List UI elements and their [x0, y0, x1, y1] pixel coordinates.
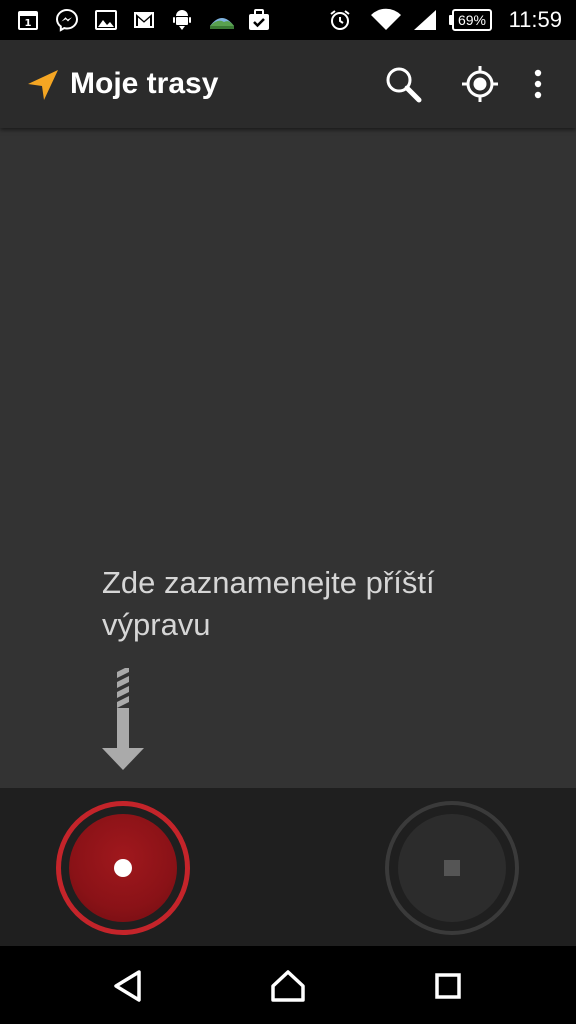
gmail-icon	[134, 12, 154, 28]
home-button[interactable]	[266, 964, 310, 1008]
recents-button[interactable]	[426, 964, 470, 1008]
gallery-icon	[95, 10, 117, 30]
empty-hint: Zde zaznamenejte příští výpravu	[102, 565, 435, 642]
app-bar: Moje trasy	[0, 40, 576, 128]
android-download-icon	[173, 10, 191, 30]
overflow-menu-button[interactable]	[516, 62, 560, 106]
signal-icon	[414, 10, 436, 30]
task-icon	[249, 9, 269, 30]
system-navigation-bar	[0, 946, 576, 1024]
stop-button[interactable]	[385, 801, 519, 935]
battery-level: 69%	[457, 12, 487, 28]
stop-icon	[444, 860, 460, 876]
wifi-icon	[371, 8, 401, 31]
search-icon	[386, 67, 422, 103]
clock: 11:59	[508, 7, 562, 32]
record-button[interactable]	[56, 801, 190, 935]
status-bar: 1 69% 11:59	[0, 0, 576, 40]
home-icon	[271, 970, 305, 1002]
record-icon	[114, 859, 132, 877]
back-button[interactable]	[106, 964, 150, 1008]
landscape-app-icon	[210, 18, 234, 29]
back-icon	[114, 970, 141, 1002]
calendar-icon: 1	[18, 11, 38, 30]
search-button[interactable]	[381, 62, 425, 106]
page-title: Moje trasy	[70, 67, 219, 100]
hint-arrow-icon	[102, 668, 144, 770]
stop-button-face	[398, 814, 506, 922]
routes-empty-state: Zde zaznamenejte příští výpravu	[0, 128, 576, 788]
more-vert-icon	[534, 69, 542, 99]
my-location-button[interactable]	[458, 62, 502, 106]
record-button-face	[69, 814, 177, 922]
alarm-icon	[330, 10, 350, 30]
messenger-icon	[55, 8, 79, 32]
recording-controls	[0, 788, 576, 946]
battery-icon: 69%	[452, 9, 492, 31]
my-location-icon	[462, 66, 498, 102]
navigation-arrow-icon	[28, 70, 58, 100]
calendar-day: 1	[25, 18, 32, 29]
recents-icon	[435, 973, 461, 999]
